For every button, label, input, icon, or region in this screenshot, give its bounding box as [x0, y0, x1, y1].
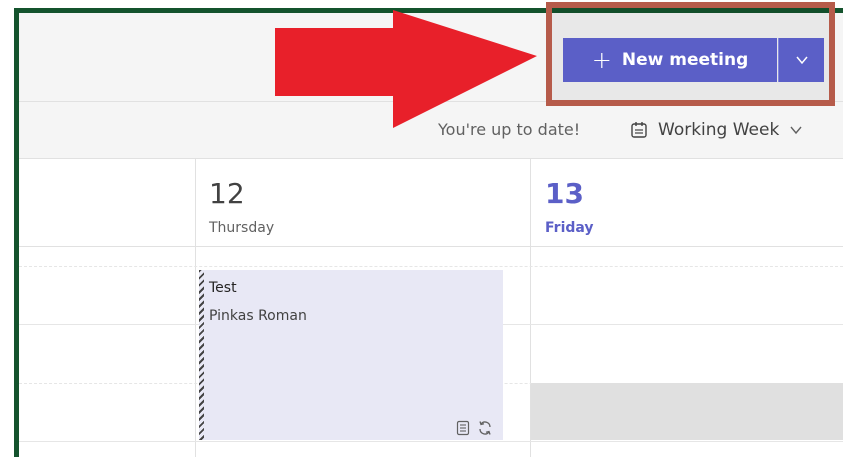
new-meeting-dropdown-button[interactable]	[778, 38, 824, 82]
view-selector[interactable]: Working Week	[630, 114, 803, 146]
event-organizer: Pinkas Roman	[209, 308, 307, 324]
calendar-event[interactable]: Test Pinkas Roman	[199, 270, 503, 440]
new-meeting-button[interactable]: + New meeting	[563, 38, 777, 82]
tentative-stripe	[199, 270, 204, 440]
view-label: Working Week	[658, 120, 780, 140]
day-number-today[interactable]: 13	[545, 177, 584, 210]
column-divider	[195, 159, 196, 457]
hour-line	[19, 441, 843, 442]
red-arrow-annotation	[275, 10, 537, 128]
busy-time-slot[interactable]	[531, 383, 843, 440]
event-title: Test	[209, 280, 237, 296]
day-name: Thursday	[209, 220, 275, 236]
half-hour-line	[19, 266, 843, 267]
day-header-divider	[19, 246, 843, 247]
day-number[interactable]: 12	[209, 177, 245, 210]
chevron-down-icon	[790, 126, 802, 135]
calendar-icon	[631, 122, 647, 138]
notes-icon	[456, 420, 470, 436]
plus-icon: +	[591, 46, 612, 74]
new-meeting-label: New meeting	[621, 50, 749, 70]
chevron-down-icon	[795, 56, 808, 65]
day-name-today: Friday	[545, 220, 594, 236]
recurring-icon	[479, 421, 491, 435]
